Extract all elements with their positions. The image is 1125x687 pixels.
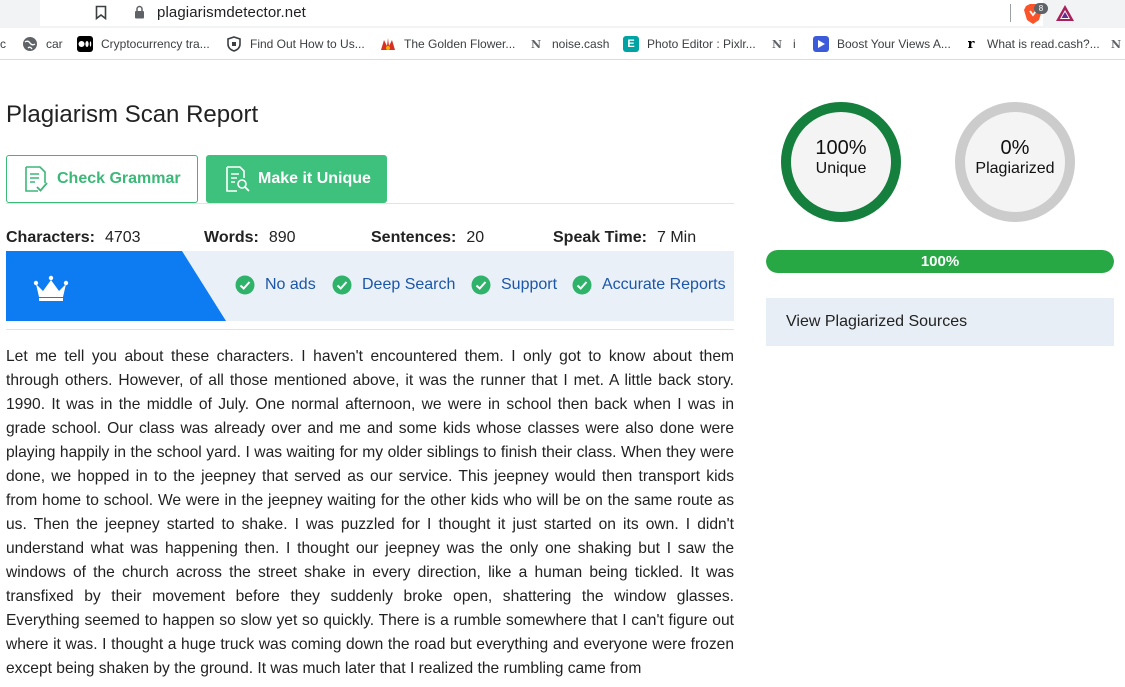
unique-label: Unique	[815, 160, 867, 177]
globe-icon	[22, 36, 38, 52]
bookmark-label: car	[46, 37, 63, 51]
plagiarized-percent: 0%	[1000, 137, 1030, 159]
page-title: Plagiarism Scan Report	[6, 101, 259, 128]
pixlr-icon: E	[623, 36, 639, 52]
stat-label: Words:	[204, 229, 259, 246]
bookmark-label: Cryptocurrency tra...	[101, 37, 210, 51]
progress-percent: 100%	[920, 253, 960, 270]
stat-label: Characters:	[6, 229, 95, 246]
bookmark-item-boost-views[interactable]: Boost Your Views A...	[813, 28, 951, 59]
plagiarized-label: Plagiarized	[975, 160, 1055, 177]
bookmark-icon[interactable]	[95, 5, 107, 20]
stat-value: 890	[268, 229, 296, 246]
bookmark-item-noise-i[interactable]: N i	[769, 28, 796, 59]
stat-label: Speak Time:	[553, 229, 647, 246]
shield-icon	[226, 36, 242, 52]
bookmark-item-cryptocurrency[interactable]: Cryptocurrency tra...	[77, 28, 210, 59]
bookmark-label: i	[793, 37, 796, 51]
browser-address-bar: plagiarismdetector.net 8	[0, 0, 1125, 28]
noise-cash-icon: N	[771, 37, 783, 51]
shields-count-badge: 8	[1034, 3, 1048, 14]
crown-icon	[33, 275, 69, 301]
feature-label: Accurate Reports	[602, 276, 726, 293]
stat-words: Words: 890	[204, 229, 296, 247]
feature-accurate-reports: Accurate Reports	[572, 275, 726, 295]
address-divider	[1010, 4, 1011, 22]
bookmark-label: What is read.cash?...	[987, 37, 1100, 51]
stat-characters: Characters: 4703	[6, 229, 141, 247]
bookmark-item[interactable]: c	[0, 28, 6, 59]
check-circle-icon	[332, 275, 352, 295]
stat-value: 20	[466, 229, 485, 246]
premium-banner[interactable]: No ads Deep Search Support Accurate Repo…	[6, 251, 734, 321]
feature-label: Deep Search	[362, 276, 456, 293]
brave-rewards-icon[interactable]	[1055, 4, 1075, 22]
noise-cash-icon: N	[530, 37, 542, 51]
medium-icon	[77, 36, 93, 52]
stat-speak-time: Speak Time: 7 Min	[553, 229, 696, 247]
stat-label: Sentences:	[371, 229, 457, 246]
bookmark-item-pixlr[interactable]: E Photo Editor : Pixlr...	[623, 28, 756, 59]
make-it-unique-button[interactable]: Make it Unique	[206, 155, 387, 203]
flower-icon	[380, 36, 396, 52]
check-grammar-label: Check Grammar	[57, 170, 181, 187]
bookmark-item-read-cash[interactable]: r What is read.cash?...	[963, 28, 1100, 59]
view-plagiarized-sources-button[interactable]: View Plagiarized Sources	[766, 298, 1114, 346]
stat-value: 4703	[104, 229, 141, 246]
url-text: plagiarismdetector.net	[157, 4, 306, 21]
bookmark-item-find-out[interactable]: Find Out How to Us...	[226, 28, 365, 59]
feature-label: No ads	[265, 276, 316, 293]
check-circle-icon	[235, 275, 255, 295]
bookmark-label: c	[0, 37, 6, 51]
bookmarks-bar: c car Cryptocurrency tra... Find Out How…	[0, 28, 1125, 60]
check-circle-icon	[471, 275, 491, 295]
feature-no-ads: No ads	[235, 275, 316, 295]
bookmark-label: Photo Editor : Pixlr...	[647, 37, 756, 51]
feature-deep-search: Deep Search	[332, 275, 455, 295]
read-cash-icon: r	[967, 36, 975, 52]
scanned-text: Let me tell you about these characters. …	[6, 348, 734, 677]
feature-support: Support	[471, 275, 557, 295]
bookmark-item-car[interactable]: car	[22, 28, 63, 59]
bookmark-item-golden-flower[interactable]: The Golden Flower...	[380, 28, 516, 59]
check-grammar-button[interactable]: Check Grammar	[6, 155, 198, 203]
bookmark-label: noise.cash	[552, 37, 610, 51]
stat-value: 7 Min	[656, 229, 697, 246]
feature-label: Support	[501, 276, 558, 293]
view-sources-label: View Plagiarized Sources	[786, 313, 968, 330]
stat-sentences: Sentences: 20	[371, 229, 484, 247]
unique-percent: 100%	[815, 137, 867, 159]
play-icon	[813, 36, 829, 52]
divider	[6, 203, 734, 204]
bookmark-label: Boost Your Views A...	[837, 37, 951, 51]
bookmark-item-noise-cash[interactable]: N noise.cash	[528, 28, 610, 59]
bookmark-item-overflow[interactable]: N	[1108, 28, 1125, 59]
make-it-unique-label: Make it Unique	[258, 170, 371, 187]
bookmark-label: The Golden Flower...	[404, 37, 516, 51]
noise-cash-icon: N	[1110, 37, 1122, 51]
divider	[6, 329, 734, 330]
check-circle-icon	[572, 275, 592, 295]
lock-icon[interactable]	[134, 5, 145, 19]
grammar-document-icon	[25, 166, 48, 192]
url-field[interactable]: plagiarismdetector.net 8	[40, 0, 1074, 26]
document-search-icon	[226, 166, 250, 192]
bookmark-label: Find Out How to Us...	[250, 37, 365, 51]
